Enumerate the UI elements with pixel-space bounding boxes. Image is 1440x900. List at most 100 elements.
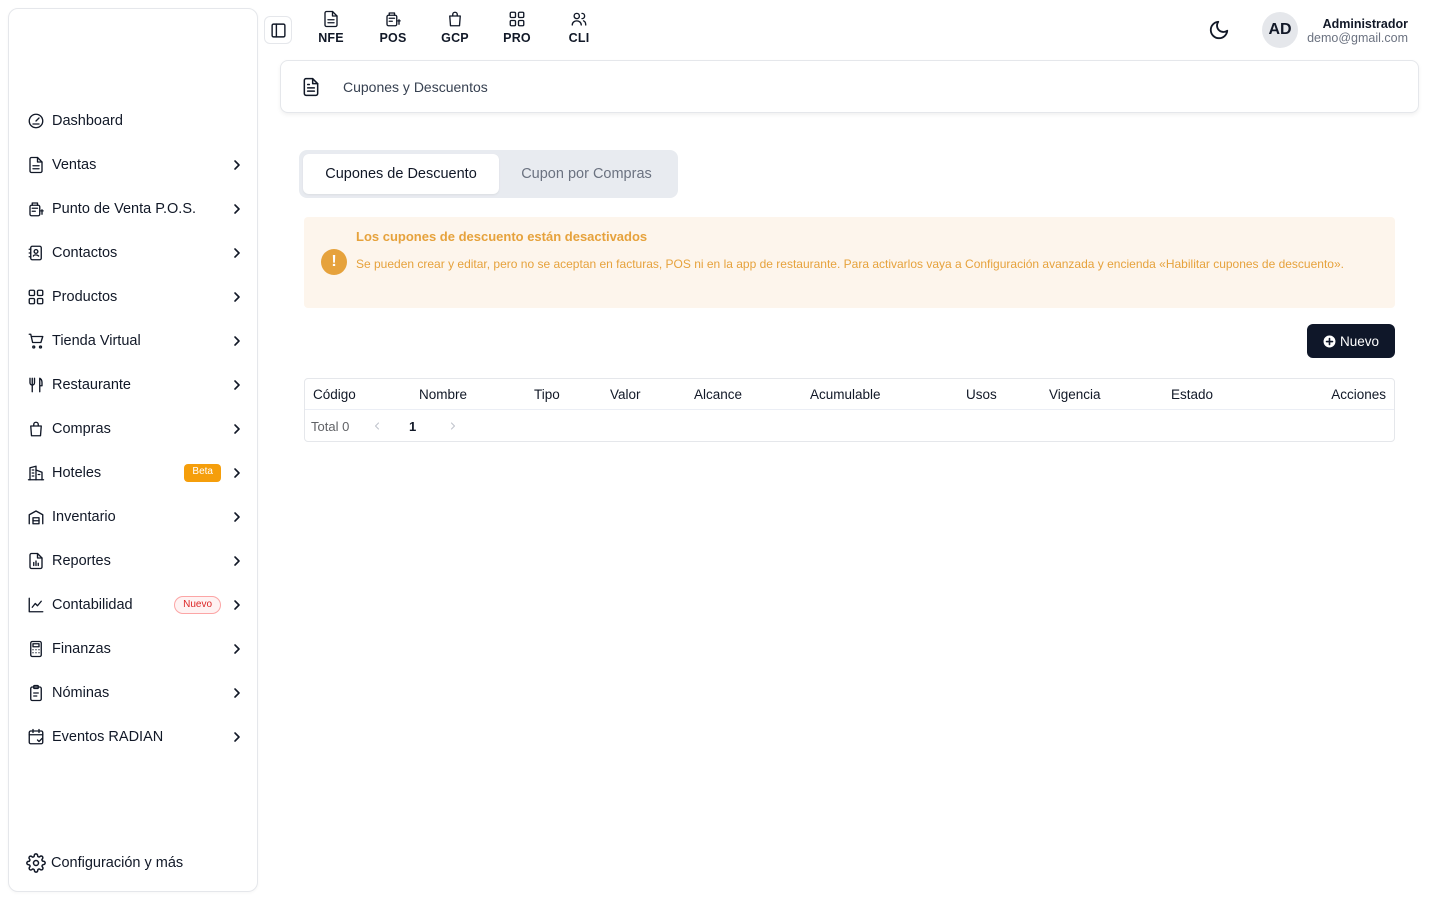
cart-icon: [26, 331, 46, 351]
receipt-icon: [26, 199, 46, 219]
users-icon: [570, 10, 588, 28]
chevron-right-icon: [229, 245, 245, 261]
page-number[interactable]: 1: [409, 419, 416, 434]
chevron-right-icon: [229, 157, 245, 173]
column-header-vigencia: Vigencia: [1049, 387, 1101, 402]
utensils-icon: [26, 375, 46, 395]
chevron-right-icon: [229, 597, 245, 613]
alert-description: Se pueden crear y editar, pero no se ace…: [356, 257, 1344, 271]
chevron-right-icon: [229, 685, 245, 701]
next-page-button[interactable]: [447, 419, 459, 433]
app-pro[interactable]: PRO: [486, 10, 548, 50]
grid-icon: [26, 287, 46, 307]
sidebar-item-label: Dashboard: [52, 113, 123, 129]
app-nfe[interactable]: NFE: [300, 10, 362, 50]
dark-mode-toggle[interactable]: [1208, 19, 1230, 41]
chevron-right-icon: [229, 729, 245, 745]
total-count: Total 0: [311, 419, 350, 434]
app-label: CLI: [568, 31, 590, 45]
sidebar-item-nominas[interactable]: Nóminas: [9, 671, 257, 715]
sidebar-item-ventas[interactable]: Ventas: [9, 143, 257, 187]
column-header-alcance: Alcance: [694, 387, 743, 402]
chevron-right-icon: [450, 422, 456, 430]
avatar[interactable]: AD: [1262, 12, 1298, 48]
sidebar-item-productos[interactable]: Productos: [9, 275, 257, 319]
chevron-right-icon: [229, 465, 245, 481]
chevron-right-icon: [229, 333, 245, 349]
moon-icon: [1208, 19, 1230, 41]
app-pos[interactable]: POS: [362, 10, 424, 50]
sidebar-toggle-button[interactable]: [264, 16, 292, 44]
plus-circle-icon: [1323, 335, 1336, 348]
building-icon: [26, 463, 46, 483]
sidebar-item-settings[interactable]: Configuración y más: [26, 853, 183, 873]
nuevo-badge: Nuevo: [174, 596, 221, 614]
user-name: Administrador: [1322, 17, 1408, 31]
sidebar-item-dashboard[interactable]: Dashboard: [9, 99, 257, 143]
sidebar-item-tienda-virtual[interactable]: Tienda Virtual: [9, 319, 257, 363]
chevron-right-icon: [229, 421, 245, 437]
sidebar-item-contabilidad[interactable]: Contabilidad Nuevo: [9, 583, 257, 627]
column-header-tipo: Tipo: [534, 387, 560, 402]
sidebar-item-label: Productos: [52, 289, 118, 305]
app-switcher: NFE POS GCP PRO CLI: [300, 10, 610, 50]
app-label: POS: [379, 31, 407, 45]
sidebar-item-inventario[interactable]: Inventario: [9, 495, 257, 539]
tab-cupon-compras[interactable]: Cupon por Compras: [499, 154, 674, 194]
new-coupon-button[interactable]: Nuevo: [1307, 324, 1395, 358]
gauge-icon: [26, 111, 46, 131]
sidebar-item-label: Nóminas: [52, 685, 110, 701]
app-cli[interactable]: CLI: [548, 10, 610, 50]
sidebar-item-label: Finanzas: [52, 641, 111, 657]
sidebar-item-label: Hoteles: [52, 465, 102, 481]
sidebar-item-label: Tienda Virtual: [52, 333, 141, 349]
sidebar-item-label: Eventos RADIAN: [52, 729, 164, 745]
sidebar-item-label: Reportes: [52, 553, 111, 569]
column-header-nombre: Nombre: [419, 387, 468, 402]
user-email: demo@gmail.com: [1307, 31, 1408, 45]
app-label: GCP: [441, 31, 469, 45]
table-header: Código Nombre Tipo Valor Alcance Acumulable Us…: [305, 379, 1394, 410]
chevron-right-icon: [229, 289, 245, 305]
sidebar-item-hoteles[interactable]: Hoteles Beta: [9, 451, 257, 495]
sidebar-item-compras[interactable]: Compras: [9, 407, 257, 451]
breadcrumb: Cupones y Descuentos: [280, 60, 1419, 113]
sidebar-footer-label: Configuración y más: [51, 855, 184, 871]
app-gcp[interactable]: GCP: [424, 10, 486, 50]
sidebar-item-label: Restaurante: [52, 377, 131, 393]
sidebar-item-label: Ventas: [52, 157, 97, 173]
chart-line-icon: [26, 595, 46, 615]
warning-icon: !: [321, 249, 347, 275]
coupon-tabs: Cupones de Descuento Cupon por Compras: [299, 150, 678, 198]
sidebar-item-finanzas[interactable]: Finanzas: [9, 627, 257, 671]
sidebar-item-contactos[interactable]: Contactos: [9, 231, 257, 275]
document-icon: [26, 155, 46, 175]
tab-cupones-descuento[interactable]: Cupones de Descuento: [303, 154, 499, 194]
sidebar-item-reportes[interactable]: Reportes: [9, 539, 257, 583]
gear-icon: [26, 853, 46, 873]
user-info[interactable]: Administrador demo@gmail.com: [1307, 17, 1408, 45]
grid-icon: [508, 10, 526, 28]
clipboard-icon: [26, 683, 46, 703]
contact-book-icon: [26, 243, 46, 263]
new-button-label: Nuevo: [1339, 333, 1380, 349]
prev-page-button[interactable]: [371, 419, 383, 433]
chevron-left-icon: [374, 422, 380, 430]
sidebar-item-restaurante[interactable]: Restaurante: [9, 363, 257, 407]
sidebar-item-label: Punto de Venta P.O.S.: [52, 201, 197, 217]
chevron-right-icon: [229, 509, 245, 525]
column-header-acumulable: Acumulable: [810, 387, 881, 402]
sidebar-item-label: Compras: [52, 421, 111, 437]
calendar-icon: [26, 727, 46, 747]
chevron-right-icon: [229, 201, 245, 217]
alert-title: Los cupones de descuento están desactiva…: [356, 229, 648, 244]
sidebar-item-punto-de-venta-p-o-s[interactable]: Punto de Venta P.O.S.: [9, 187, 257, 231]
sidebar-item-eventos-radian[interactable]: Eventos RADIAN: [9, 715, 257, 759]
pagination: Total 0 1: [305, 410, 1394, 441]
document-icon: [301, 77, 321, 97]
sidebar-item-label: Inventario: [52, 509, 116, 525]
chevron-right-icon: [229, 377, 245, 393]
sidebar: Dashboard Ventas Punto de Venta P.O.S. Cont…: [8, 8, 258, 892]
report-icon: [26, 551, 46, 571]
app-label: PRO: [503, 31, 531, 45]
